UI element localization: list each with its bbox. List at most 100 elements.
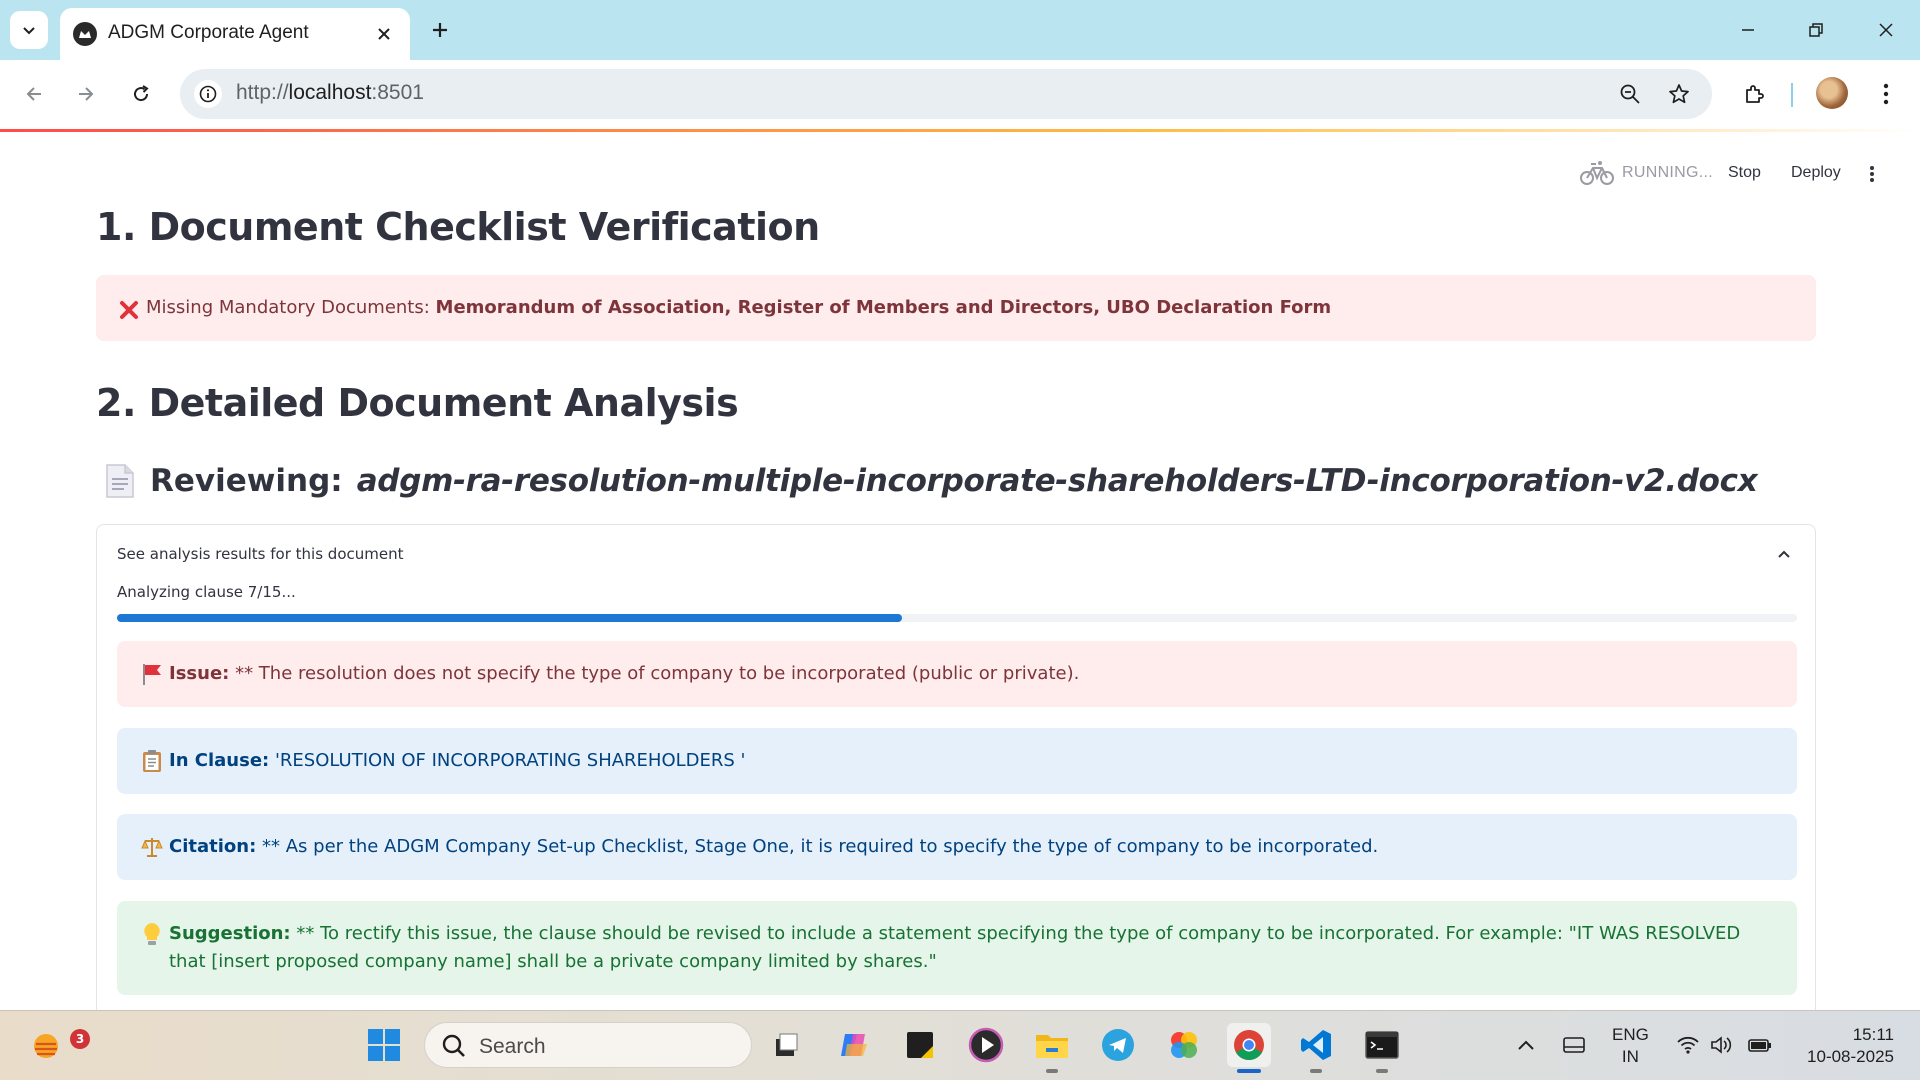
photos-icon	[1171, 1032, 1197, 1058]
extensions-button[interactable]	[1734, 74, 1774, 114]
folder-icon	[1036, 1035, 1068, 1058]
weather-widget[interactable]: 3	[24, 1023, 90, 1067]
bookmark-star-icon[interactable]	[1663, 78, 1695, 110]
search-placeholder: Search	[479, 1035, 546, 1058]
battery-icon[interactable]	[1746, 1031, 1774, 1059]
citation-card: Citation: ** As per the ADGM Company Set…	[117, 814, 1797, 880]
browser-menu-button[interactable]	[1866, 74, 1906, 114]
chevron-down-icon	[23, 27, 35, 35]
missing-docs-list: Memorandum of Association, Register of M…	[435, 297, 1332, 318]
restore-icon	[1809, 23, 1823, 37]
light-bulb-icon	[139, 921, 165, 947]
page-loading-decoration	[0, 129, 1920, 132]
volume-icon[interactable]	[1708, 1031, 1736, 1059]
missing-label: Missing Mandatory Documents:	[146, 297, 430, 318]
show-hidden-icons-button[interactable]	[1512, 1031, 1540, 1059]
suggestion-card: Suggestion: ** To rectify this issue, th…	[117, 901, 1797, 995]
copilot-app[interactable]	[832, 1023, 876, 1067]
citation-label: Citation:	[169, 836, 257, 857]
analysis-results-expander: See analysis results for this document A…	[96, 524, 1816, 1080]
back-button[interactable]	[14, 74, 54, 114]
zoom-icon[interactable]	[1614, 78, 1646, 110]
tablet-mode-icon[interactable]	[1560, 1031, 1588, 1059]
system-clock[interactable]: 15:11 10-08-2025	[1794, 1024, 1894, 1068]
task-view-button[interactable]	[764, 1023, 808, 1067]
checklist-heading: 1. Document Checklist Verification	[96, 205, 820, 249]
reload-icon	[134, 85, 149, 102]
media-player-app[interactable]	[964, 1023, 1008, 1067]
chrome-app[interactable]	[1227, 1023, 1271, 1073]
issue-label: Issue:	[169, 663, 230, 684]
restore-button[interactable]	[1796, 10, 1836, 50]
clock-date: 10-08-2025	[1807, 1047, 1894, 1066]
windows-logo-icon	[368, 1029, 400, 1061]
url-scheme: http://	[236, 81, 289, 104]
file-explorer-app[interactable]	[1030, 1023, 1074, 1073]
progress-bar	[117, 614, 1797, 622]
more-vertical-icon	[1870, 166, 1874, 182]
streamlit-header: RUNNING... Stop Deploy	[0, 150, 1920, 200]
close-icon	[1879, 23, 1893, 37]
reviewing-heading: Reviewing: adgm-ra-resolution-multiple-i…	[104, 463, 1758, 499]
terminal-app[interactable]	[1360, 1023, 1404, 1073]
notification-badge: 3	[70, 1029, 90, 1049]
running-status: RUNNING...	[1580, 160, 1713, 186]
profile-avatar[interactable]	[1816, 77, 1848, 109]
citation-text: Citation: ** As per the ADGM Company Set…	[169, 833, 1378, 861]
tab-close-icon[interactable]	[372, 22, 396, 46]
clock-time: 15:11	[1852, 1025, 1894, 1044]
deploy-button[interactable]: Deploy	[1791, 164, 1841, 182]
url-port: :8501	[371, 81, 424, 104]
reload-button[interactable]	[121, 74, 161, 114]
toolbar-divider	[1791, 83, 1793, 107]
vscode-icon	[1301, 1030, 1331, 1060]
stop-button[interactable]: Stop	[1728, 164, 1761, 182]
bicycle-icon	[1580, 161, 1614, 185]
close-window-button[interactable]	[1866, 10, 1906, 50]
citation-value: ** As per the ADGM Company Set-up Checkl…	[256, 836, 1379, 857]
site-info-icon[interactable]	[194, 80, 222, 108]
photos-app[interactable]	[1162, 1023, 1206, 1067]
language-code: ENG	[1612, 1025, 1649, 1044]
chrome-icon	[1234, 1030, 1264, 1061]
clipboard-icon	[139, 748, 165, 774]
suggestion-text: Suggestion: ** To rectify this issue, th…	[169, 920, 1779, 976]
url-text[interactable]: http://localhost:8501	[236, 81, 424, 105]
terminal-icon	[1365, 1031, 1399, 1059]
balance-scale-icon	[139, 834, 165, 860]
wifi-icon[interactable]	[1674, 1031, 1702, 1059]
sticky-notes-app[interactable]	[898, 1023, 942, 1067]
red-flag-icon	[139, 661, 165, 687]
vscode-app[interactable]	[1294, 1023, 1338, 1073]
input-language-indicator[interactable]: ENG IN	[1612, 1024, 1649, 1068]
minimize-icon	[1742, 29, 1754, 31]
suggestion-value: ** To rectify this issue, the clause sho…	[169, 923, 1741, 972]
arrow-left-icon	[26, 87, 41, 101]
running-indicator	[1310, 1069, 1322, 1073]
running-status-text: RUNNING...	[1622, 164, 1713, 181]
address-bar[interactable]: http://localhost:8501	[180, 69, 1712, 119]
sticky-notes-icon	[907, 1032, 933, 1058]
region-code: IN	[1621, 1047, 1639, 1066]
issue-card: Issue: ** The resolution does not specif…	[117, 641, 1797, 707]
new-tab-button[interactable]	[424, 14, 456, 46]
url-host: localhost	[288, 81, 372, 104]
expander-title[interactable]: See analysis results for this document	[117, 545, 403, 563]
plus-icon	[433, 23, 447, 37]
streamlit-favicon-icon	[73, 22, 97, 46]
active-indicator	[1237, 1069, 1261, 1073]
arrow-right-icon	[79, 87, 94, 101]
chevron-up-icon[interactable]	[1773, 543, 1795, 565]
taskbar-search[interactable]: Search	[424, 1022, 752, 1068]
forward-button[interactable]	[66, 74, 106, 114]
tab-search-button[interactable]	[10, 11, 48, 49]
start-button[interactable]	[362, 1023, 406, 1067]
clause-card: In Clause: 'RESOLUTION OF INCORPORATING …	[117, 728, 1797, 794]
running-indicator	[1376, 1069, 1388, 1073]
minimize-button[interactable]	[1728, 10, 1768, 50]
main-menu-button[interactable]	[1860, 162, 1884, 186]
progress-label: Analyzing clause 7/15...	[117, 583, 296, 601]
telegram-app[interactable]	[1096, 1023, 1140, 1067]
browser-tab-active[interactable]: ADGM Corporate Agent	[60, 8, 410, 60]
telegram-icon	[1102, 1029, 1134, 1061]
